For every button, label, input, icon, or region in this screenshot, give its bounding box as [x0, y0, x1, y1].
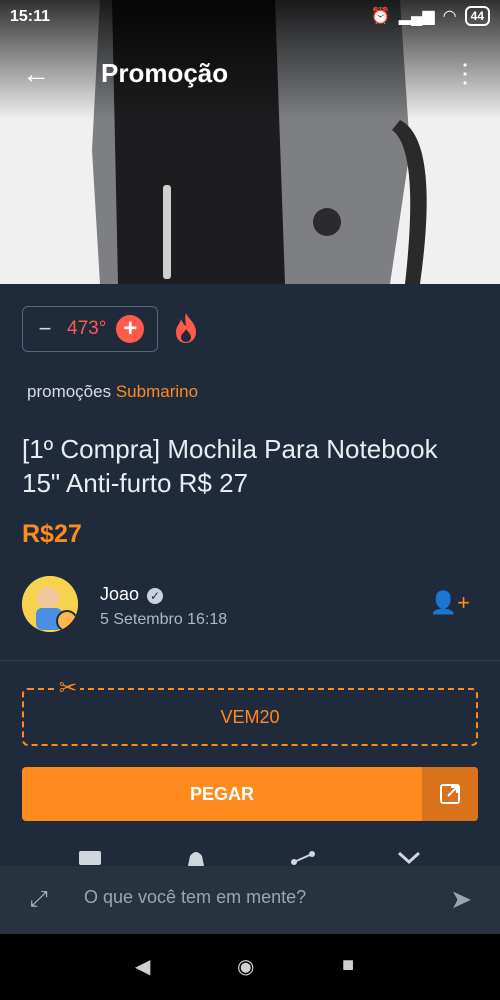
back-arrow-icon[interactable]: ←	[22, 58, 50, 90]
author-name-row: Joao ✓	[100, 584, 164, 605]
nav-home-icon[interactable]: ◉	[237, 954, 254, 979]
chevron-down-icon[interactable]	[396, 850, 422, 866]
comment-icon[interactable]	[78, 850, 104, 866]
app-bar: ← Promoção ⋮	[0, 52, 500, 98]
deal-title: [1º Compra] Mochila Para Notebook 15" An…	[22, 434, 438, 498]
bell-icon[interactable]	[184, 850, 210, 866]
follow-user-icon[interactable]: 👤+	[430, 590, 470, 616]
scissors-icon: ✂	[56, 676, 80, 700]
post-date: 5 Setembro 16:18	[100, 611, 228, 628]
hot-flame-icon	[176, 313, 196, 343]
signal-icon: ▂▄▆	[398, 8, 435, 25]
deal-price: R$27	[22, 520, 82, 548]
store-line: promoções Submarino	[27, 382, 198, 402]
wifi-icon: ◠	[442, 8, 457, 25]
divider	[0, 660, 500, 661]
coupon-code: VEM20	[220, 706, 280, 727]
share-icon[interactable]	[290, 850, 316, 866]
comment-composer: ⤢ ➤	[0, 866, 500, 934]
expand-icon[interactable]: ⤢	[30, 886, 48, 912]
comment-input[interactable]	[82, 886, 426, 909]
get-deal-label: PEGAR	[189, 784, 254, 804]
nav-recents-icon[interactable]: ■	[342, 954, 354, 977]
send-icon[interactable]: ➤	[450, 884, 472, 915]
vote-down-button[interactable]: −	[23, 316, 67, 342]
get-deal-button[interactable]: PEGAR	[22, 767, 478, 821]
status-bar: 15:11 ⏰ ▂▄▆ ◠ 44	[0, 0, 500, 34]
action-tabs	[0, 840, 500, 866]
vote-up-button[interactable]: +	[116, 315, 145, 343]
alarm-icon: ⏰	[370, 8, 391, 25]
store-prefix: promoções	[27, 382, 112, 401]
store-name-link[interactable]: Submarino	[116, 382, 198, 401]
product-image	[0, 0, 500, 284]
avatar[interactable]	[22, 576, 78, 632]
more-options-icon[interactable]: ⋮	[452, 58, 478, 89]
page-title: Promoção	[101, 58, 229, 88]
temperature-vote-box: − 473° +	[22, 306, 158, 352]
verified-icon: ✓	[147, 588, 164, 604]
external-link-icon[interactable]	[422, 767, 478, 821]
nav-back-icon[interactable]: ◀	[135, 954, 150, 979]
coupon-code-box[interactable]: VEM20	[22, 688, 478, 746]
battery-indicator: 44	[464, 6, 490, 26]
status-time: 15:11	[10, 8, 51, 25]
temperature-value: 473°	[67, 318, 107, 339]
author-name[interactable]: Joao	[100, 584, 139, 604]
system-nav-bar: ◀ ◉ ■	[0, 934, 500, 1000]
avatar-badge	[56, 610, 78, 632]
